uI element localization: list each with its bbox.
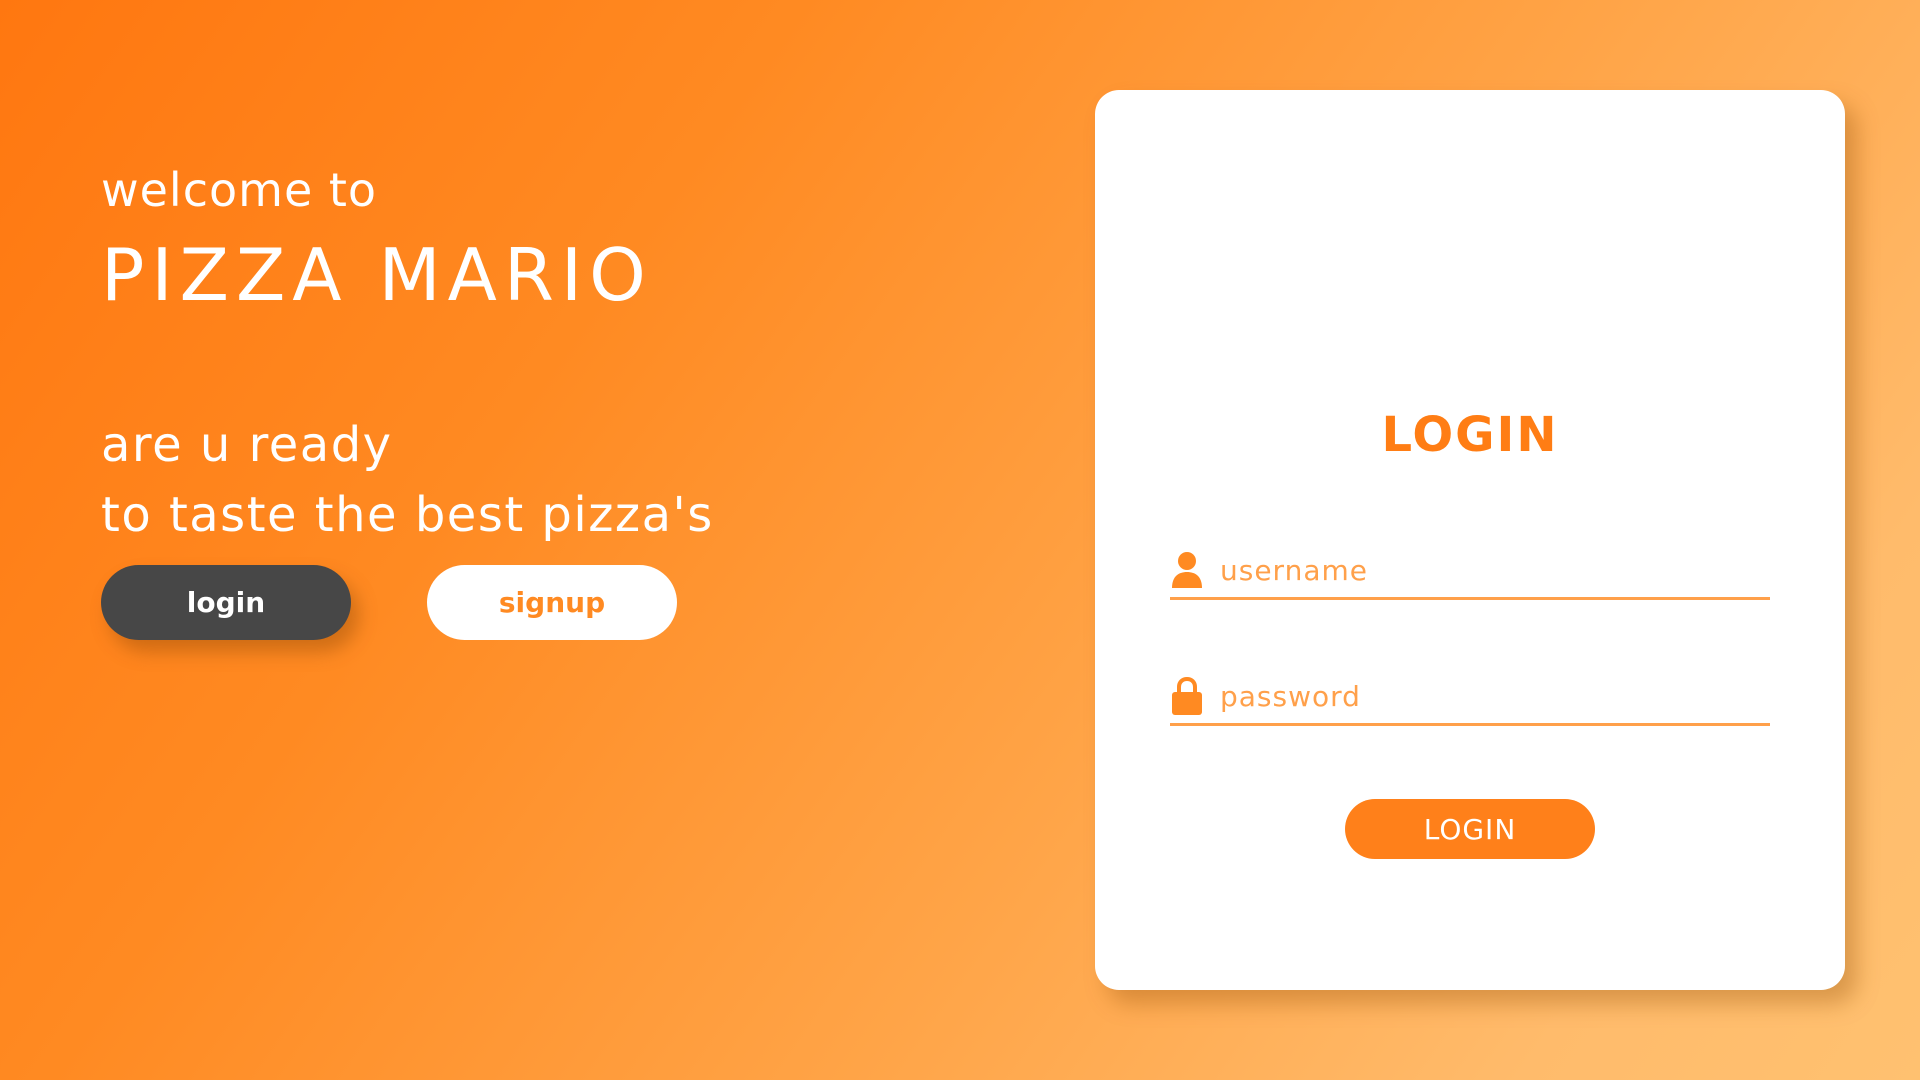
username-field	[1170, 543, 1770, 600]
password-field	[1170, 669, 1770, 726]
brand-title: PIZZA MARIO	[101, 233, 653, 317]
user-icon	[1170, 550, 1204, 590]
tagline-line-1: are u ready	[101, 417, 393, 473]
signup-button[interactable]: signup	[427, 565, 677, 640]
username-input[interactable]	[1220, 553, 1760, 587]
password-input[interactable]	[1220, 679, 1760, 713]
hero-section: welcome to PIZZA MARIO are u ready to ta…	[101, 160, 1001, 550]
welcome-text: welcome to	[101, 163, 378, 217]
lock-icon	[1170, 676, 1204, 716]
tagline: are u ready to taste the best pizza's	[101, 410, 1001, 550]
login-button[interactable]: login	[101, 565, 351, 640]
hero-actions: login signup	[101, 565, 677, 640]
login-card-title: LOGIN	[1381, 407, 1559, 463]
login-submit-button[interactable]: LOGIN	[1345, 799, 1595, 859]
login-card: LOGIN LOGIN	[1095, 90, 1845, 990]
tagline-line-2: to taste the best pizza's	[101, 487, 714, 543]
